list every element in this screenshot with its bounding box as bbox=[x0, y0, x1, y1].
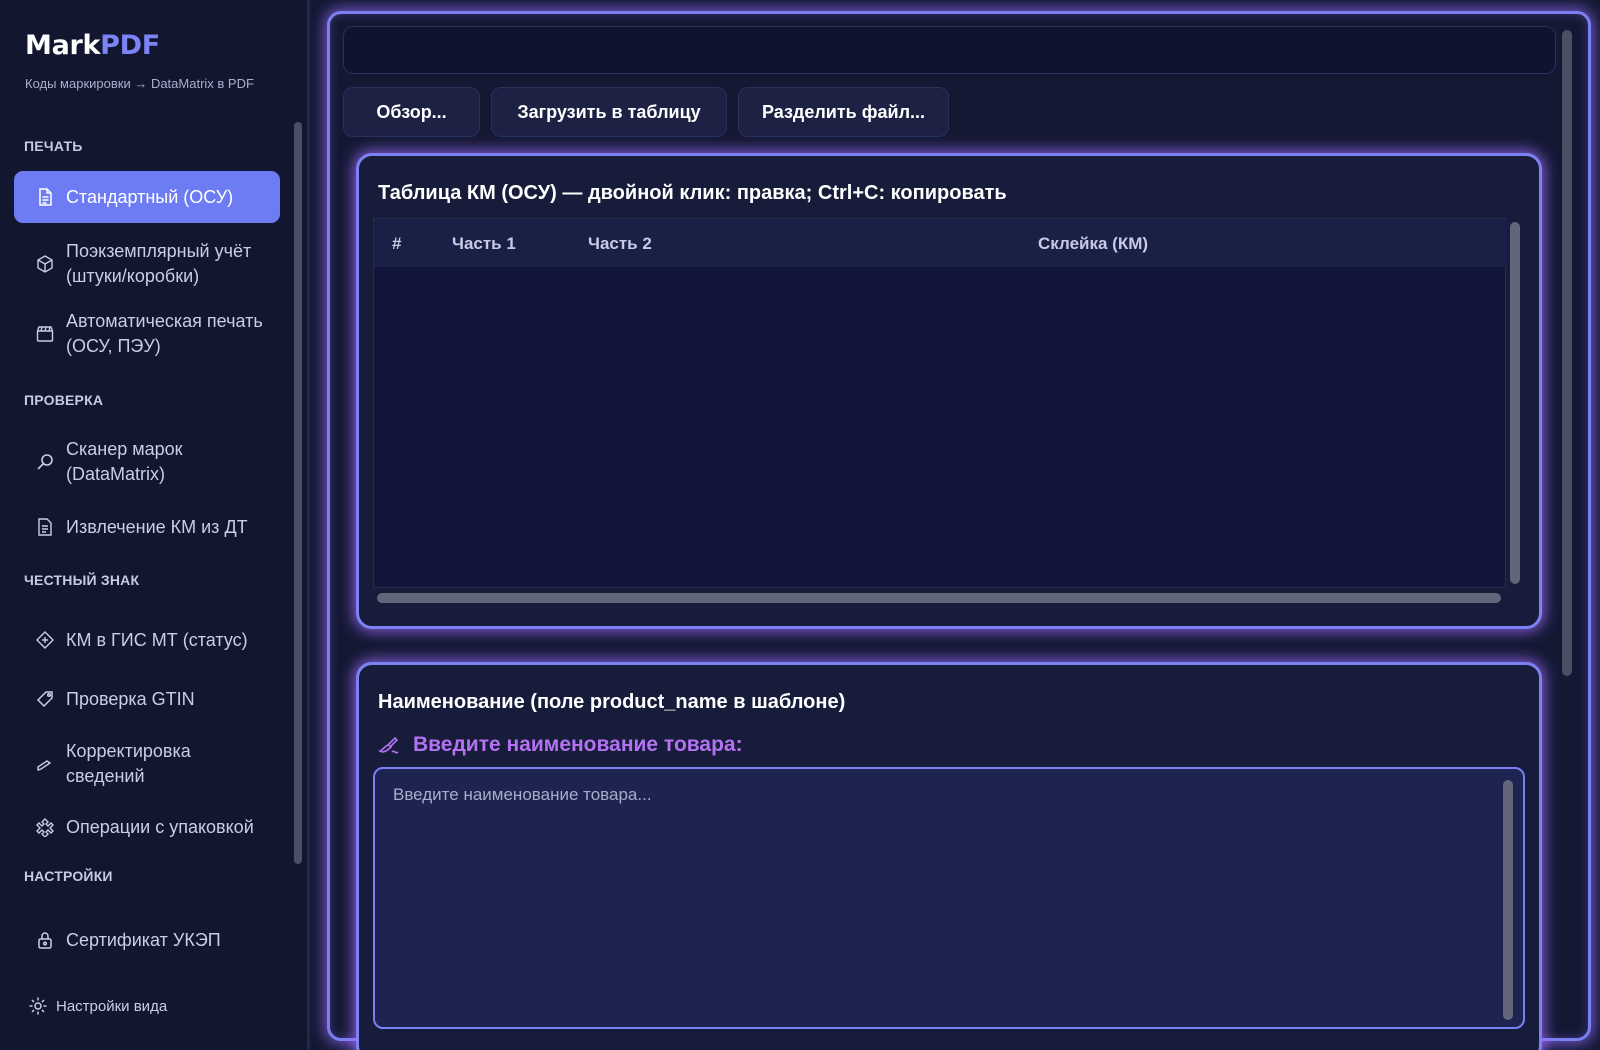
tag-icon bbox=[34, 688, 56, 710]
status-tag-icon bbox=[34, 629, 56, 651]
main-scrollbar[interactable] bbox=[1562, 30, 1572, 676]
sidebar-item-label: Автоматическая печать (ОСУ, ПЭУ) bbox=[66, 311, 263, 356]
lock-icon bbox=[34, 929, 56, 951]
sidebar-item-label: Сканер марок (DataMatrix) bbox=[66, 439, 183, 484]
section-title-settings: НАСТРОЙКИ bbox=[24, 868, 113, 884]
sidebar-item-extract-km[interactable]: Извлечение КМ из ДТ bbox=[14, 512, 280, 542]
load-to-table-button[interactable]: Загрузить в таблицу bbox=[491, 87, 727, 137]
sidebar-item-label: Поэкземплярный учёт (штуки/коробки) bbox=[66, 241, 252, 286]
product-name-prompt-text: Введите наименование товара: bbox=[413, 733, 743, 756]
gear-icon bbox=[29, 997, 47, 1015]
view-settings-label: Настройки вида bbox=[56, 997, 168, 1015]
sidebar-item-gis-mt-status[interactable]: КМ в ГИС МТ (статус) bbox=[14, 625, 280, 655]
clapper-icon bbox=[34, 323, 56, 345]
sidebar-item-packaging-ops[interactable]: Операции с упаковкой bbox=[14, 812, 280, 842]
product-name-title: Наименование (поле product_name в шаблон… bbox=[378, 691, 846, 713]
section-title-honest-sign: ЧЕСТНЫЙ ЗНАК bbox=[24, 572, 140, 588]
magnifier-icon bbox=[34, 451, 56, 473]
sidebar-item-label: Стандартный (ОСУ) bbox=[66, 186, 234, 207]
brand-main: Mark bbox=[25, 30, 101, 61]
textarea-scrollbar[interactable] bbox=[1503, 780, 1513, 1020]
sidebar-item-label: Извлечение КМ из ДТ bbox=[66, 516, 248, 537]
app-tagline: Коды маркировки → DataMatrix в PDF bbox=[25, 76, 254, 91]
sidebar-item-label: Операции с упаковкой bbox=[66, 816, 254, 837]
sidebar-item-scanner[interactable]: Сканер марок (DataMatrix) bbox=[14, 436, 280, 488]
file-path-input[interactable] bbox=[343, 26, 1556, 74]
document-icon bbox=[34, 186, 56, 208]
extract-document-icon bbox=[34, 516, 56, 538]
sidebar-item-gtin-check[interactable]: Проверка GTIN bbox=[14, 684, 280, 714]
sidebar: MarkPDF Коды маркировки → DataMatrix в P… bbox=[0, 0, 310, 1050]
column-header-part2[interactable]: Часть 2 bbox=[588, 234, 652, 254]
table-vertical-scrollbar[interactable] bbox=[1510, 222, 1520, 584]
product-name-prompt: Введите наименование товара: bbox=[377, 733, 743, 757]
sidebar-item-label: КМ в ГИС МТ (статус) bbox=[66, 629, 248, 650]
sidebar-item-certificate[interactable]: Сертификат УКЭП bbox=[14, 925, 280, 955]
section-title-print: ПЕЧАТЬ bbox=[24, 138, 83, 154]
browse-button[interactable]: Обзор... bbox=[343, 87, 480, 137]
sidebar-item-auto-print[interactable]: Автоматическая печать (ОСУ, ПЭУ) bbox=[14, 308, 280, 360]
section-title-check: ПРОВЕРКА bbox=[24, 392, 104, 408]
split-file-button[interactable]: Разделить файл... bbox=[738, 87, 949, 137]
sidebar-item-label: Проверка GTIN bbox=[66, 688, 195, 709]
app-brand: MarkPDF bbox=[25, 30, 160, 61]
puzzle-icon bbox=[34, 816, 56, 838]
sidebar-item-label: Сертификат УКЭП bbox=[66, 929, 221, 950]
column-header-joined-km[interactable]: Склейка (КМ) bbox=[1038, 234, 1148, 254]
sidebar-item-label: Корректировка сведений bbox=[66, 741, 191, 786]
pencil-icon bbox=[34, 753, 56, 775]
sidebar-scrollbar[interactable] bbox=[294, 122, 302, 864]
sidebar-item-correction[interactable]: Корректировка сведений bbox=[14, 738, 280, 790]
km-table[interactable]: # Часть 1 Часть 2 Склейка (КМ) bbox=[373, 218, 1507, 588]
table-header: # Часть 1 Часть 2 Склейка (КМ) bbox=[374, 219, 1507, 267]
brand-accent: PDF bbox=[100, 30, 160, 61]
column-header-index[interactable]: # bbox=[392, 234, 401, 254]
column-header-part1[interactable]: Часть 1 bbox=[452, 234, 516, 254]
sidebar-item-per-unit[interactable]: Поэкземплярный учёт (штуки/коробки) bbox=[14, 238, 280, 290]
sidebar-item-standard[interactable]: Стандартный (ОСУ) bbox=[14, 171, 280, 223]
km-table-title: Таблица КМ (ОСУ) — двойной клик: правка;… bbox=[378, 182, 1007, 204]
package-icon bbox=[34, 253, 56, 275]
table-horizontal-scrollbar[interactable] bbox=[377, 593, 1501, 603]
writing-hand-icon bbox=[377, 736, 399, 754]
view-settings-link[interactable]: Настройки вида bbox=[28, 996, 167, 1016]
product-name-textarea[interactable] bbox=[373, 767, 1525, 1029]
